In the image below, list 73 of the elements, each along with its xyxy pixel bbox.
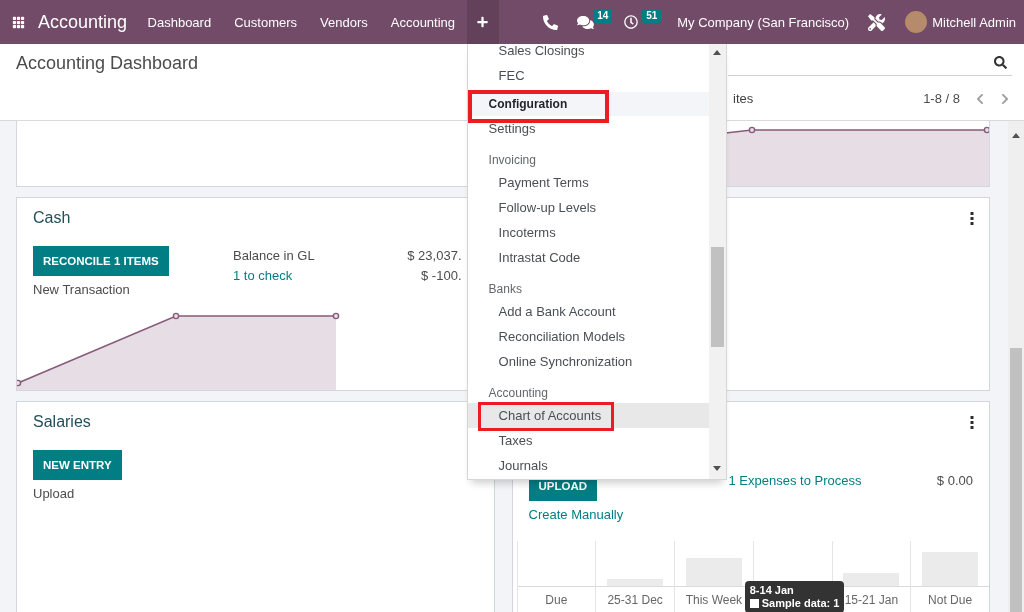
- caret-up-icon[interactable]: [713, 50, 722, 55]
- filter-toggle[interactable]: ites: [733, 91, 754, 106]
- kebab-menu-icon[interactable]: [970, 415, 974, 429]
- tooltip-title: 8-14 Jan: [749, 584, 795, 597]
- plus-icon: [477, 16, 489, 28]
- primary-action-button[interactable]: RECONCILE 1 ITEMS: [33, 246, 169, 276]
- menu-entry[interactable]: Online Synchronization: [467, 349, 709, 374]
- menu-entry[interactable]: Chart of Accounts: [467, 403, 709, 428]
- menu-entry[interactable]: FEC: [467, 63, 709, 88]
- card-title: Salaries: [33, 413, 91, 431]
- axis-label: This Week: [685, 593, 743, 607]
- line-label: Balance in GL: [233, 247, 315, 265]
- menu-item[interactable]: Dashboard: [136, 0, 223, 44]
- menu-entry[interactable]: Intrastat Code: [467, 245, 709, 270]
- menu-section-label: Accounting: [487, 384, 549, 402]
- chart-point: [172, 312, 180, 320]
- axis-label: Not Due: [928, 593, 973, 607]
- menu-entry[interactable]: Taxes: [467, 428, 709, 453]
- menu-entry[interactable]: Reconciliation Models: [467, 324, 709, 349]
- menu-entry[interactable]: Incoterms: [467, 220, 709, 245]
- chart-point: [17, 379, 22, 387]
- axis-label: 25-31 Dec: [607, 593, 663, 607]
- app-name[interactable]: Accounting: [38, 11, 128, 33]
- legend-swatch-icon: [749, 599, 759, 608]
- scrollbar[interactable]: [1008, 121, 1024, 612]
- caret-down-icon[interactable]: [713, 466, 722, 471]
- pager-value[interactable]: 1-8 / 8: [923, 91, 960, 106]
- clock-icon[interactable]: [624, 15, 639, 29]
- tooltip-value: Sample data: 1: [761, 597, 840, 610]
- action-link[interactable]: Upload: [33, 484, 75, 504]
- menu-entry[interactable]: Follow-up Levels: [467, 195, 709, 220]
- caret-up-icon[interactable]: [1012, 133, 1020, 138]
- scrollbar[interactable]: [708, 44, 726, 479]
- chart-point: [332, 312, 340, 320]
- phone-icon[interactable]: [543, 14, 559, 30]
- action-link[interactable]: Create Manually: [528, 505, 624, 525]
- journal-link[interactable]: 1 Expenses to Process: [728, 471, 862, 491]
- menu-section-label: Banks: [487, 280, 523, 298]
- chat-icon[interactable]: [577, 14, 595, 30]
- count-badge: 51: [642, 9, 662, 23]
- scrollbar-thumb[interactable]: [1010, 348, 1022, 612]
- page-title: Accounting Dashboard: [16, 52, 200, 74]
- search-icon[interactable]: [994, 56, 1007, 69]
- new-menu-toggle[interactable]: [466, 0, 499, 44]
- scrollbar-thumb[interactable]: [710, 247, 724, 347]
- chevron-left-icon[interactable]: [976, 92, 984, 105]
- amount-value: $ 0.00: [936, 472, 973, 490]
- chart-bar: [685, 558, 742, 586]
- chevron-right-icon[interactable]: [1001, 92, 1009, 105]
- menu-item[interactable]: Customers: [222, 0, 309, 44]
- primary-action-button[interactable]: NEW ENTRY: [33, 450, 122, 480]
- amount-value: $ -100.: [421, 267, 462, 285]
- action-link[interactable]: New Transaction: [33, 280, 130, 300]
- chart-bar: [607, 579, 664, 586]
- company-switcher[interactable]: My Company (San Francisco): [677, 14, 850, 30]
- grid-icon[interactable]: [12, 15, 25, 29]
- tools-icon[interactable]: [868, 13, 886, 31]
- menu-entry[interactable]: Payment Terms: [467, 170, 709, 195]
- count-badge: 14: [593, 8, 613, 23]
- chart-bar: [843, 573, 900, 586]
- menu-item[interactable]: Vendors: [308, 0, 380, 44]
- kebab-menu-icon[interactable]: [970, 211, 974, 225]
- journal-link[interactable]: 1 to check: [233, 266, 293, 286]
- axis-label: 15-21 Jan: [844, 593, 899, 607]
- menu-item[interactable]: Accounting: [379, 0, 467, 44]
- user-menu[interactable]: Mitchell Admin: [932, 14, 1016, 30]
- menu-section-label: Invoicing: [487, 151, 537, 169]
- chart-bar: [922, 552, 979, 586]
- axis-label: Due: [545, 593, 568, 607]
- amount-value: $ 23,037.: [407, 247, 462, 265]
- menu-entry[interactable]: Add a Bank Account: [467, 299, 709, 324]
- card-title: Cash: [33, 209, 71, 227]
- menu-entry[interactable]: Sales Closings: [467, 44, 709, 63]
